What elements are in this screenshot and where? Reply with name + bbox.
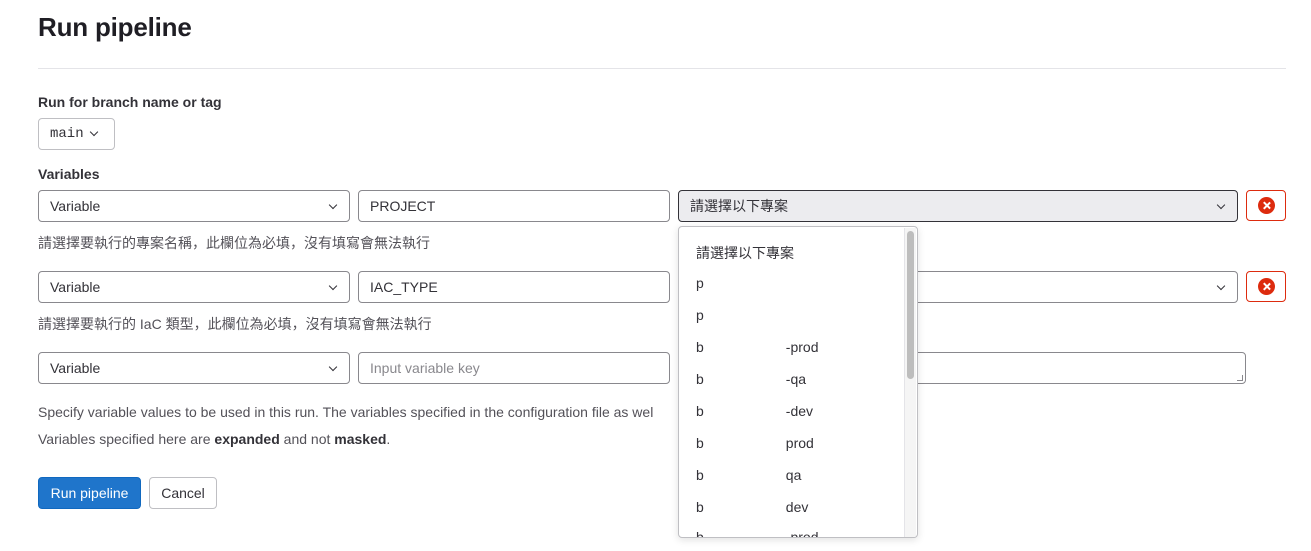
info-text-expanded: Variables specified here are expanded an…: [38, 431, 391, 447]
ref-selector-button[interactable]: main: [38, 118, 115, 150]
variable-type-value: Variable: [50, 198, 101, 214]
variable-key-input[interactable]: IAC_TYPE: [358, 271, 670, 303]
dropdown-option[interactable]: b qa: [696, 467, 801, 483]
chevron-down-icon: [1216, 200, 1226, 210]
dropdown-option[interactable]: b -dev: [696, 403, 813, 419]
variable-key-value: PROJECT: [370, 198, 436, 214]
chevron-down-icon: [328, 200, 338, 210]
variable-type-select[interactable]: Variable: [38, 271, 350, 303]
dropdown-option[interactable]: b -prod: [696, 339, 818, 355]
chevron-down-icon: [89, 127, 98, 137]
remove-circle-icon: [1257, 278, 1275, 295]
dropdown-option[interactable]: p: [696, 307, 704, 323]
dropdown-option[interactable]: p: [696, 275, 704, 291]
header-divider: [38, 68, 1286, 69]
remove-circle-icon: [1257, 197, 1275, 214]
variable-type-select[interactable]: Variable: [38, 190, 350, 222]
variable-type-select[interactable]: Variable: [38, 352, 350, 384]
ref-value: main: [50, 126, 84, 142]
dropdown-option[interactable]: b prod: [696, 435, 814, 451]
variables-label: Variables: [38, 166, 100, 182]
chevron-down-icon: [328, 362, 338, 372]
remove-variable-button[interactable]: [1246, 271, 1286, 302]
variable-value-select[interactable]: 請選擇以下專案: [678, 190, 1238, 222]
variable-help-text: 請選擇要執行的專案名稱，此欄位為必填，沒有填寫會無法執行: [38, 235, 430, 251]
chevron-down-icon: [328, 281, 338, 291]
ref-label: Run for branch name or tag: [38, 94, 222, 110]
dropdown-option[interactable]: b -qa: [696, 371, 806, 387]
variable-help-text: 請選擇要執行的 IaC 類型，此欄位為必填，沒有填寫會無法執行: [38, 316, 432, 332]
variable-type-value: Variable: [50, 279, 101, 295]
variable-value-selected: 請選擇以下專案: [690, 198, 788, 214]
dropdown-option[interactable]: 請選擇以下專案: [696, 243, 794, 263]
dropdown-option[interactable]: b -prod: [696, 529, 818, 537]
variable-key-value: IAC_TYPE: [370, 279, 438, 295]
chevron-down-icon: [1216, 281, 1226, 291]
variable-key-input[interactable]: PROJECT: [358, 190, 670, 222]
resize-handle-icon[interactable]: [1237, 375, 1243, 381]
variable-key-placeholder: Input variable key: [370, 360, 480, 376]
variable-type-value: Variable: [50, 360, 101, 376]
dropdown-option[interactable]: b dev: [696, 499, 808, 515]
dropdown-scroll-thumb[interactable]: [907, 231, 914, 379]
remove-variable-button[interactable]: [1246, 190, 1286, 221]
variable-key-input[interactable]: Input variable key: [358, 352, 670, 384]
variable-value-dropdown[interactable]: 請選擇以下專案 p p b -prod b -qa b -dev b prod b qa …: [678, 226, 918, 538]
run-pipeline-button[interactable]: Run pipeline: [38, 477, 141, 509]
cancel-button[interactable]: Cancel: [149, 477, 217, 509]
page-title: Run pipeline: [38, 12, 192, 42]
